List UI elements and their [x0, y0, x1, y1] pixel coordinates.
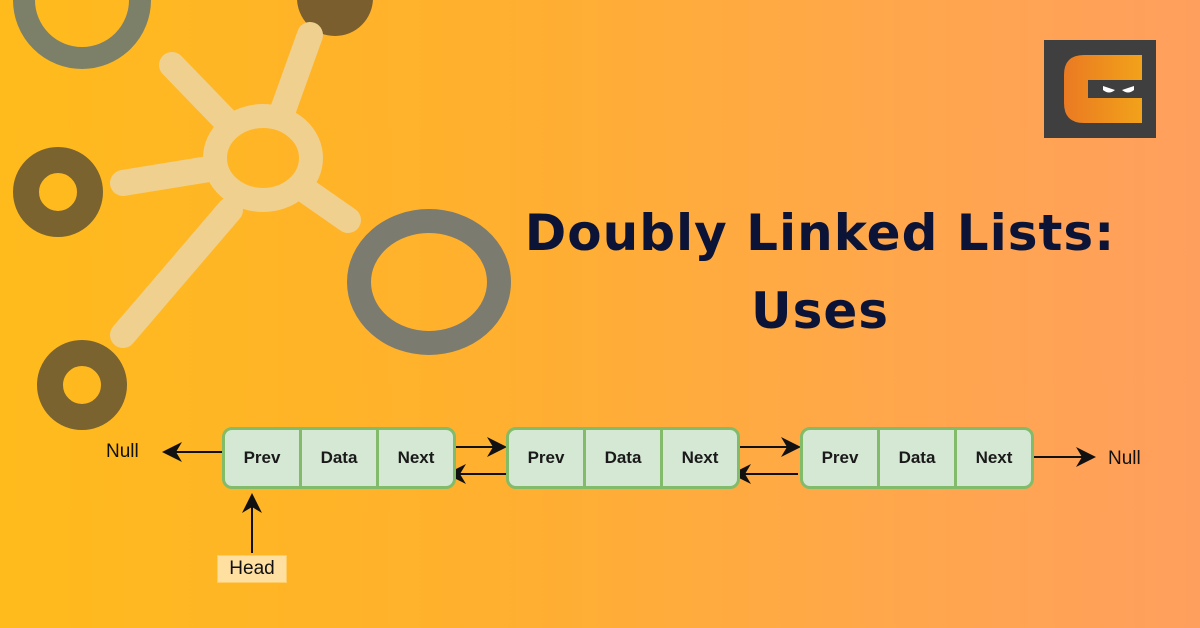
head-label: Head	[217, 555, 287, 583]
data-cell: Data	[302, 430, 379, 486]
list-node: Prev Data Next	[800, 427, 1034, 489]
next-cell: Next	[397, 448, 435, 467]
data-cell: Data	[586, 430, 663, 486]
list-node: Prev Data Next	[222, 427, 456, 489]
prev-cell: Prev	[803, 430, 880, 486]
null-left-label: Null	[106, 441, 139, 462]
data-cell: Data	[880, 430, 957, 486]
list-node: Prev Data Next	[506, 427, 740, 489]
prev-cell: Prev	[225, 430, 302, 486]
next-cell: Next	[975, 448, 1013, 467]
diagram-arrows	[162, 437, 1096, 553]
null-right-label: Null	[1108, 448, 1141, 469]
prev-cell: Prev	[509, 430, 586, 486]
next-cell: Next	[681, 448, 719, 467]
